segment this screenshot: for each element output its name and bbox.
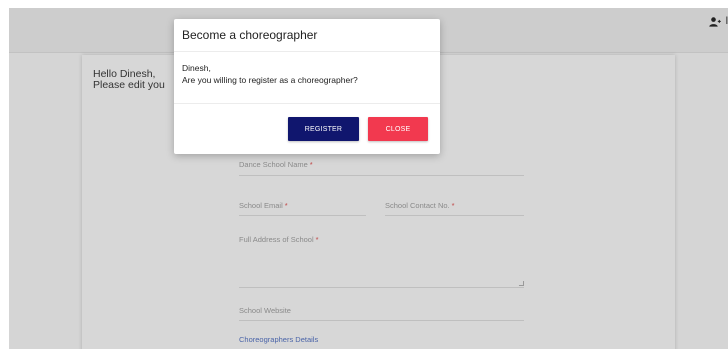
close-button[interactable]: CLOSE (368, 117, 428, 141)
user-menu[interactable]: l (709, 16, 728, 27)
required-marker: * (451, 201, 455, 210)
greeting-line-2: Please edit you (93, 79, 165, 91)
register-button[interactable]: REGISTER (288, 117, 359, 141)
become-choreographer-modal: Become a choreographer Dinesh, Are you w… (174, 19, 440, 154)
required-marker: * (315, 235, 319, 244)
school-email-input[interactable] (239, 215, 366, 216)
school-contact-label: School Contact No. * (385, 201, 455, 210)
dance-school-name-label: Dance School Name * (239, 160, 313, 169)
modal-body: Dinesh, Are you willing to register as a… (174, 52, 440, 104)
school-email-label: School Email * (239, 201, 288, 210)
full-address-textarea[interactable] (239, 250, 525, 288)
resize-handle-icon[interactable] (518, 281, 525, 286)
modal-header: Become a choreographer (174, 19, 440, 52)
required-marker: * (284, 201, 288, 210)
required-marker: * (309, 160, 313, 169)
full-address-label: Full Address of School * (239, 235, 319, 244)
modal-body-line-1: Dinesh, (182, 63, 211, 73)
school-website-label: School Website (239, 306, 291, 315)
modal-body-line-2: Are you willing to register as a choreog… (182, 75, 358, 85)
modal-title: Become a choreographer (182, 28, 318, 42)
dance-school-name-input[interactable] (239, 175, 524, 176)
school-contact-input[interactable] (385, 215, 524, 216)
greeting-text: Hello Dinesh, Please edit you (93, 69, 165, 91)
user-add-icon (709, 16, 721, 27)
modal-footer: REGISTER CLOSE (174, 104, 440, 154)
school-website-input[interactable] (239, 320, 524, 321)
choreographers-details-link[interactable]: Choreographers Details (239, 335, 318, 344)
